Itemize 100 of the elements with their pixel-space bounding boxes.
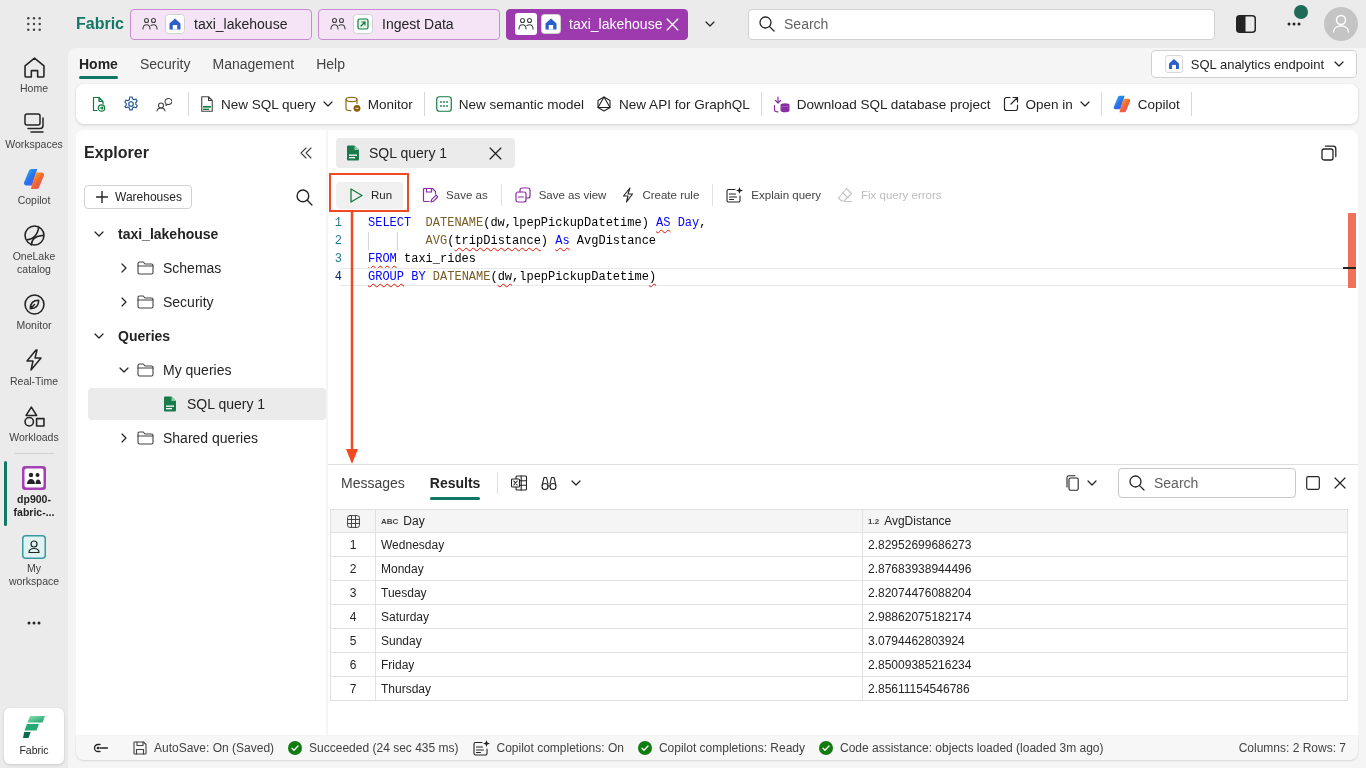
globe-icon [23,224,45,246]
copy-icon [1066,474,1079,491]
search-field[interactable]: Search [1118,467,1296,498]
nav-item[interactable]: Copilot [2,160,66,216]
avatar-icon [1324,7,1358,41]
toolbar-button[interactable]: New SQL query [194,90,339,118]
sql-file-icon [200,96,214,112]
table-cell: Monday [376,557,863,581]
lakehouse-icon [1164,55,1183,73]
menu-tab[interactable]: Security [128,48,202,80]
check-circle-icon [288,741,303,755]
status-summary: Columns: 2 Rows: 7 [1238,741,1346,755]
lightning-icon [25,349,43,371]
nav-item[interactable]: Workloads [2,397,66,453]
more-icon [1287,22,1301,26]
item-tab[interactable]: Ingest Data [318,8,500,40]
sparkle-document-icon [472,740,490,756]
nav-item[interactable]: My workspace [2,528,66,597]
spreadsheet-icon [511,474,528,491]
table-cell: Saturday [376,605,863,629]
results-tab[interactable]: Messages [333,465,413,500]
sql-file-icon [346,145,360,161]
table-cell: Wednesday [376,533,863,557]
nav-item[interactable]: Home [2,48,66,104]
table-cell: Friday [376,653,863,677]
tree-item[interactable]: taxi_lakehouse [88,218,326,250]
search-field[interactable]: Search [748,8,1215,40]
search-button[interactable] [294,187,314,207]
status-text: Code assistance: objects loaded (loaded 3m ago) [840,741,1104,755]
close-icon [489,146,502,160]
tree-item[interactable]: Security [88,286,326,318]
toolbar-button[interactable]: Explain query [718,181,829,209]
results-tab[interactable]: Results [421,465,489,500]
code-line: FROM taxi_rides [368,251,477,268]
query-tab[interactable]: SQL query 1 [336,138,515,168]
tree-item[interactable]: Shared queries [88,422,326,454]
workspace-icon [22,466,46,490]
sql-file-icon [163,396,177,412]
error-marker-icon [1343,213,1356,288]
toolbar-button[interactable]: Save as [414,181,496,209]
more-icon [27,621,41,625]
check-circle-icon [637,741,652,755]
play-icon [350,187,363,203]
row-number: 5 [331,629,376,653]
nav-item[interactable]: dp900-fabric-... [2,459,66,528]
column-header[interactable]: Day [403,514,425,528]
close-icon [1334,476,1346,489]
menu-tab[interactable]: Help [305,48,356,80]
tree-item[interactable]: SQL query 1 [88,388,326,420]
add-warehouses-button[interactable]: Warehouses [84,185,192,209]
maximize-icon [1306,475,1320,490]
item-tab[interactable]: taxi_lakehouse [506,8,688,40]
table-cell: 2.82074476088204 [863,581,1348,605]
toolbar-button[interactable]: Copilot [1106,90,1186,118]
column-header[interactable]: AvgDistance [884,514,952,528]
item-tab[interactable]: taxi_lakehouse [130,8,312,40]
gear-icon [123,96,139,112]
check-circle-icon [819,741,833,755]
row-number: 3 [331,581,376,605]
row-number: 7 [331,677,376,701]
copilot-icon [23,168,45,190]
panel-icon [1236,15,1256,33]
fabric-home-button[interactable]: Fabric [4,708,64,764]
toolbar-button[interactable]: Create rule [614,181,708,209]
restore-button[interactable] [1319,143,1339,163]
toolbar-button[interactable]: Run [336,181,404,209]
plus-icon [96,191,108,203]
table-grid-icon [346,514,360,528]
toolbar-button[interactable]: New API for GraphQL [590,90,756,118]
folder-icon [137,261,154,275]
people-chat-icon [156,96,172,112]
search-icon [295,188,313,206]
toolbar-button[interactable]: Open in [996,90,1096,118]
menu-tab[interactable]: Home [68,48,129,80]
toolbar-button[interactable]: Save as view [506,181,615,209]
compass-icon [23,293,45,315]
status-text: Copilot completions: On [496,741,624,755]
column-type-label: 1.2 [868,516,880,526]
save-icon [133,741,147,755]
tree-item[interactable]: Queries [88,320,326,352]
lakehouse-icon [541,14,561,34]
line-number: 4 [333,269,342,286]
nav-item[interactable]: Monitor [2,285,66,341]
table-cell: 2.98862075182174 [863,605,1348,629]
table-cell: 2.82952699686273 [863,533,1348,557]
toolbar-button[interactable]: Monitor [338,90,419,118]
nav-item[interactable]: Real-Time [2,341,66,397]
nav-item[interactable]: Workspaces [2,104,66,160]
menu-tab[interactable]: Management [201,48,306,80]
panel-button[interactable] [1234,12,1258,36]
line-number: 2 [333,233,342,250]
row-number: 1 [331,533,376,557]
tree-item[interactable]: My queries [88,354,326,386]
eraser-icon [837,187,853,203]
endpoint-dropdown[interactable]: SQL analytics endpoint [1150,50,1357,78]
tree-item[interactable]: Schemas [88,252,326,284]
app-launcher-icon [27,17,41,31]
toolbar-button[interactable]: Download SQL database project [766,90,997,118]
toolbar-button[interactable]: New semantic model [429,90,591,118]
nav-item[interactable]: OneLake catalog [2,216,66,285]
